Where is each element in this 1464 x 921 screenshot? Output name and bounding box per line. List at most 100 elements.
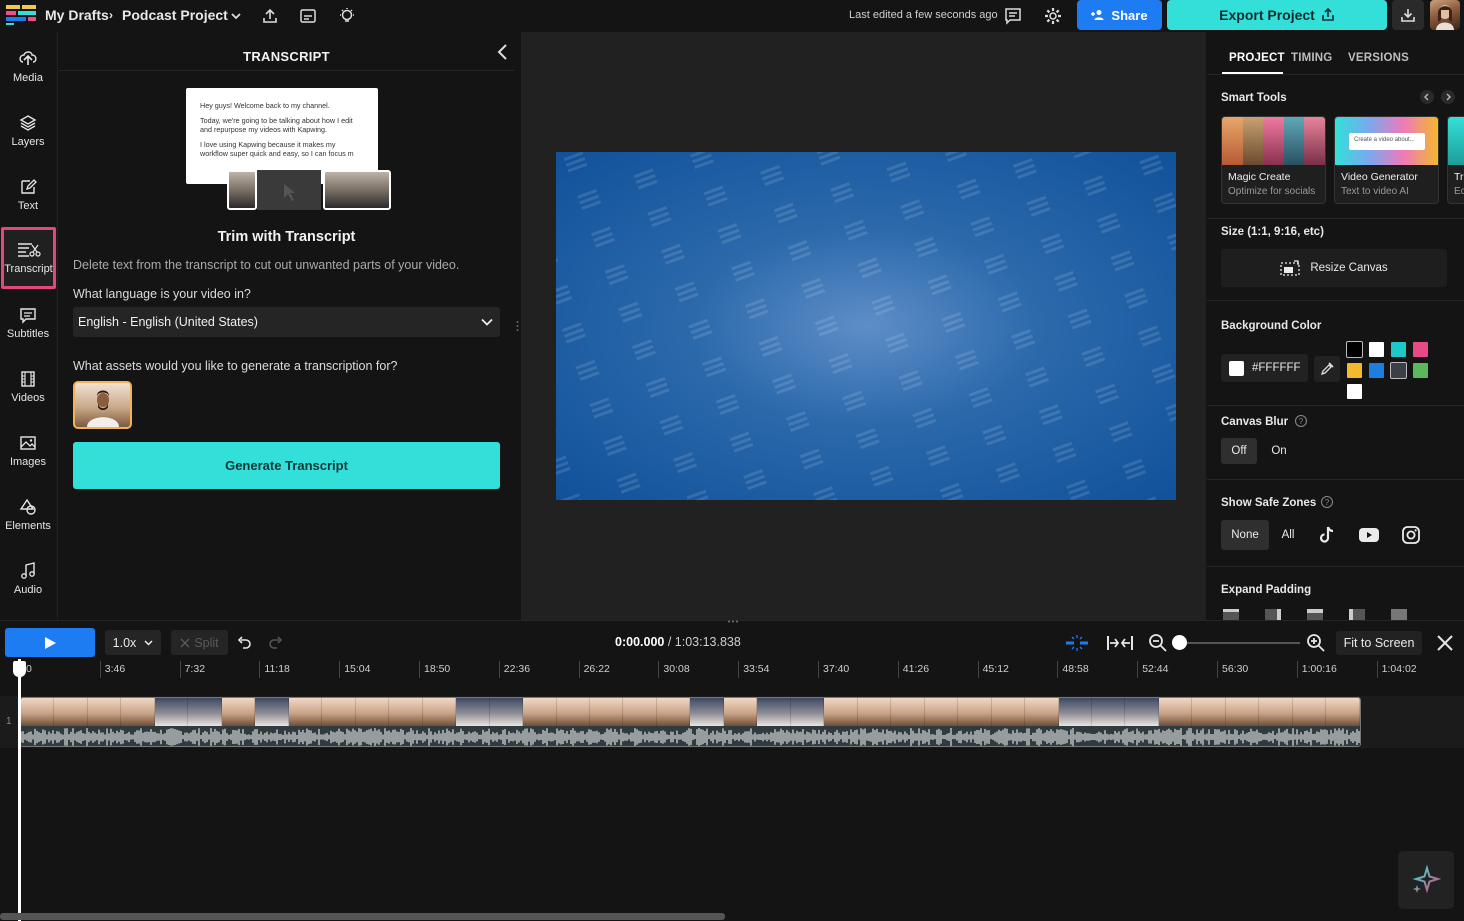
subtitles-box-icon[interactable] (297, 5, 319, 27)
timeline-ruler[interactable]: 0 3:46 7:32 11:18 15:04 18:50 22:36 26:22 30:08 3… (20, 661, 1464, 679)
sidebar-item-subtitles[interactable]: Subtitles (0, 293, 56, 353)
ruler-tick-label: 15:04 (339, 661, 370, 678)
smart-tool-video-generator[interactable]: Create a video about... Video Generator … (1334, 116, 1439, 204)
kapwing-logo-icon[interactable] (6, 5, 36, 25)
canvas-blur-label: Canvas Blur (1221, 416, 1289, 428)
playhead[interactable] (18, 659, 21, 921)
color-swatch[interactable] (1369, 342, 1384, 357)
blur-off-option[interactable]: Off (1221, 438, 1257, 464)
sidebar-item-label: Subtitles (6, 328, 50, 340)
clip-frame (21, 698, 55, 726)
blur-on-option[interactable]: On (1261, 438, 1297, 464)
zoom-slider-track[interactable] (1180, 642, 1300, 644)
playback-speed-select[interactable]: 1.0x (105, 630, 161, 655)
sidebar-item-label: Videos (11, 392, 45, 404)
color-swatch[interactable] (1346, 341, 1363, 358)
generate-transcript-button[interactable]: Generate Transcript (73, 442, 500, 489)
help-icon[interactable]: ? (1321, 496, 1333, 508)
color-swatch[interactable] (1369, 363, 1384, 378)
smart-tools-prev-button[interactable] (1420, 90, 1434, 104)
snap-toggle-button[interactable] (1064, 633, 1090, 653)
redo-button[interactable] (268, 635, 286, 653)
close-timeline-button[interactable] (1435, 633, 1455, 653)
download-button[interactable] (1392, 0, 1424, 30)
video-canvas[interactable] (556, 152, 1176, 500)
timeline-scrollbar[interactable] (0, 913, 725, 920)
smart-tool-magic-create[interactable]: Magic Create Optimize for socials (1221, 116, 1326, 204)
playhead-handle[interactable] (13, 661, 26, 677)
panel-divider (59, 70, 514, 71)
resize-canvas-button[interactable]: Resize Canvas (1221, 249, 1447, 287)
play-button[interactable] (5, 628, 95, 657)
smart-tools-next-button[interactable] (1441, 90, 1455, 104)
ruler-tick-label: 30:08 (658, 661, 690, 678)
smart-tools-label: Smart Tools (1221, 92, 1287, 104)
project-name[interactable]: Podcast Project (122, 7, 228, 23)
instagram-icon[interactable] (1400, 524, 1422, 546)
panel-resize-handle[interactable] (516, 320, 519, 332)
sidebar-item-videos[interactable]: Videos (0, 357, 56, 417)
chevron-down-icon (144, 638, 153, 647)
last-edited-status: Last edited a few seconds ago (849, 9, 998, 21)
upload-icon[interactable] (259, 5, 281, 27)
smart-tool-partial[interactable]: Tr Ec (1447, 116, 1464, 204)
undo-button[interactable] (236, 635, 254, 653)
tab-project[interactable]: PROJECT (1229, 52, 1285, 64)
export-project-button[interactable]: Export Project (1167, 0, 1387, 30)
chevron-right-icon (1444, 93, 1452, 101)
language-value: English - English (United States) (78, 315, 258, 329)
sidebar-item-label: Images (9, 456, 47, 468)
split-button[interactable]: Split (171, 630, 228, 655)
clip-frame (188, 698, 222, 726)
eyedropper-icon (1320, 362, 1334, 376)
sidebar-item-layers[interactable]: Layers (0, 101, 56, 161)
lightbulb-icon[interactable] (336, 5, 358, 27)
chevron-down-icon (480, 315, 494, 329)
help-icon[interactable]: ? (1295, 415, 1307, 427)
user-avatar[interactable] (1430, 0, 1460, 30)
comments-icon[interactable] (1002, 5, 1024, 27)
clip-frame (623, 698, 657, 726)
zoom-in-button[interactable] (1306, 633, 1326, 653)
timeline-resize-handle[interactable] (727, 620, 739, 623)
safe-zone-none-option[interactable]: None (1221, 520, 1269, 550)
sidebar-item-images[interactable]: Images (0, 421, 56, 481)
color-hex-value: #FFFFFF (1252, 362, 1301, 374)
ai-assistant-button[interactable] (1398, 851, 1454, 909)
chevron-down-icon[interactable] (225, 5, 247, 27)
language-select[interactable]: English - English (United States) (73, 307, 500, 337)
sidebar-item-media[interactable]: Media (0, 37, 56, 97)
youtube-icon[interactable] (1358, 524, 1380, 546)
tab-timing[interactable]: TIMING (1291, 52, 1332, 64)
collapse-panel-button[interactable] (493, 42, 513, 62)
color-swatch[interactable] (1390, 362, 1407, 379)
illustration-line: Today, we're going to be talking about h… (200, 116, 353, 134)
color-swatch[interactable] (1391, 342, 1406, 357)
safe-zone-all-option[interactable]: All (1273, 520, 1303, 550)
color-swatch[interactable] (1347, 363, 1362, 378)
eyedropper-button[interactable] (1314, 356, 1340, 382)
breadcrumb-my-drafts[interactable]: My Drafts (45, 7, 109, 23)
gear-icon[interactable] (1042, 5, 1064, 27)
sidebar-item-elements[interactable]: Elements (0, 485, 56, 545)
timeline: 1.0x Split 0:00.000 / 1:03:13.838 Fit to… (0, 620, 1464, 921)
tab-versions[interactable]: VERSIONS (1348, 52, 1409, 64)
fit-clips-button[interactable] (1106, 633, 1134, 653)
fit-to-screen-button[interactable]: Fit to Screen (1336, 631, 1422, 655)
resize-label: Resize Canvas (1310, 262, 1388, 274)
background-color-input[interactable]: #FFFFFF (1221, 354, 1308, 382)
sidebar-item-audio[interactable]: Audio (0, 549, 56, 609)
color-swatch[interactable] (1413, 342, 1428, 357)
undo-icon (236, 635, 254, 651)
zoom-slider-handle[interactable] (1172, 635, 1187, 650)
tiktok-icon[interactable] (1316, 524, 1338, 546)
share-button[interactable]: Share (1077, 0, 1162, 30)
asset-thumbnail[interactable] (73, 381, 132, 429)
smart-tool-thumbnail (1448, 117, 1464, 165)
zoom-out-button[interactable] (1148, 633, 1168, 653)
color-swatch[interactable] (1347, 384, 1362, 399)
sidebar-item-transcript[interactable]: Transcript (1, 227, 56, 289)
video-clip[interactable] (20, 697, 1361, 747)
sidebar-item-text[interactable]: Text (0, 165, 56, 225)
color-swatch[interactable] (1413, 363, 1428, 378)
